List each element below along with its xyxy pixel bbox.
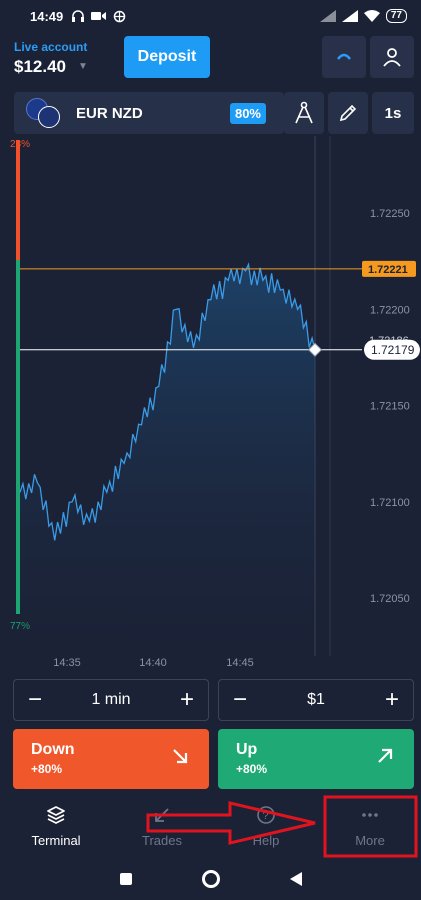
y-tick-label: 1.72100 bbox=[370, 497, 410, 509]
status-icons bbox=[71, 9, 126, 23]
up-payout: +80% bbox=[236, 762, 268, 776]
headset-icon bbox=[72, 10, 85, 22]
system-nav-bar bbox=[0, 858, 421, 900]
pinwheel-icon bbox=[114, 10, 126, 22]
recents-icon[interactable] bbox=[119, 873, 132, 885]
status-right: 77 bbox=[319, 9, 407, 23]
up-button[interactable]: Up +80% bbox=[218, 729, 414, 789]
back-icon[interactable] bbox=[289, 872, 302, 886]
nav-trades[interactable]: Trades bbox=[112, 797, 212, 857]
account-type-label[interactable]: Live account bbox=[14, 40, 87, 54]
indicators-button[interactable] bbox=[328, 92, 368, 134]
compass-icon bbox=[295, 101, 313, 124]
home-icon[interactable] bbox=[201, 870, 220, 888]
nav-trades-label: Trades bbox=[142, 833, 182, 848]
signal-icon bbox=[319, 10, 336, 22]
rewards-button[interactable] bbox=[322, 36, 366, 78]
current-price-value: 1.72179 bbox=[371, 343, 415, 357]
down-label: Down bbox=[31, 741, 75, 758]
payout-badge: 80% bbox=[229, 102, 266, 124]
price-chart[interactable]: 23% 77% 1.722501.722001.721501.721001.72… bbox=[0, 136, 421, 676]
y-tick-label: 1.72250 bbox=[370, 208, 410, 220]
battery-icon: 77 bbox=[385, 9, 407, 23]
timeframe-button[interactable]: 1s bbox=[372, 92, 414, 134]
help-icon: ? bbox=[254, 803, 278, 827]
y-tick-label: 1.72150 bbox=[370, 401, 410, 413]
status-bar: 14:49 77 bbox=[0, 0, 421, 32]
price-area bbox=[20, 264, 315, 656]
duration-minus-button[interactable]: − bbox=[28, 686, 42, 714]
up-sentiment-bar bbox=[16, 260, 20, 614]
down-button[interactable]: Down +80% bbox=[13, 729, 209, 789]
y-tick-label: 1.72200 bbox=[370, 304, 410, 316]
bottom-nav: Terminal Trades ? Help More bbox=[0, 797, 421, 857]
nz-flag-icon bbox=[38, 106, 60, 128]
x-tick-label: 14:35 bbox=[53, 657, 81, 669]
deposit-button[interactable]: Deposit bbox=[124, 36, 210, 78]
terminal-icon bbox=[44, 803, 68, 827]
trades-icon bbox=[150, 803, 174, 827]
down-payout: +80% bbox=[31, 762, 63, 776]
wifi-icon bbox=[363, 10, 380, 22]
nav-help[interactable]: ? Help bbox=[216, 797, 316, 857]
asset-name: EUR NZD bbox=[76, 104, 143, 122]
amount-value[interactable]: $1 bbox=[307, 691, 325, 709]
down-percentage: 23% bbox=[10, 139, 30, 150]
duration-plus-button[interactable]: + bbox=[180, 686, 194, 714]
arrow-up-right-icon bbox=[378, 748, 393, 763]
signal2-icon bbox=[341, 10, 358, 22]
caret-down-icon[interactable]: ▼ bbox=[78, 61, 88, 72]
nav-more-label: More bbox=[355, 833, 385, 848]
x-axis: 14:35 14:40 14:45 bbox=[53, 657, 254, 669]
tilde-icon bbox=[337, 53, 351, 60]
header: Live account $12.40 ▼ Deposit bbox=[0, 32, 421, 86]
nav-terminal[interactable]: Terminal bbox=[6, 797, 106, 857]
up-label: Up bbox=[236, 741, 258, 758]
user-icon bbox=[383, 48, 401, 67]
timeframe-label: 1s bbox=[384, 104, 402, 122]
nav-terminal-label: Terminal bbox=[31, 833, 81, 848]
account-balance[interactable]: $12.40 bbox=[14, 57, 66, 77]
amount-control: − $1 + bbox=[218, 679, 414, 721]
y-tick-label: 1.72050 bbox=[370, 593, 410, 605]
amount-plus-button[interactable]: + bbox=[385, 686, 399, 714]
duration-value[interactable]: 1 min bbox=[91, 691, 130, 709]
profile-button[interactable] bbox=[370, 36, 414, 78]
nav-more[interactable]: More bbox=[320, 797, 420, 857]
x-tick-label: 14:40 bbox=[139, 657, 167, 669]
more-icon bbox=[358, 803, 382, 827]
down-sentiment-bar bbox=[16, 140, 20, 260]
video-icon bbox=[91, 12, 107, 20]
currency-flags bbox=[26, 98, 62, 128]
arrow-down-right-icon bbox=[173, 749, 188, 764]
drawing-tools-button[interactable] bbox=[284, 92, 324, 134]
asset-selector[interactable]: EUR NZD 80% bbox=[14, 92, 284, 134]
status-time: 14:49 bbox=[30, 8, 64, 24]
x-tick-label: 14:45 bbox=[226, 657, 254, 669]
nav-help-label: Help bbox=[252, 833, 280, 848]
open-price-value: 1.72221 bbox=[368, 264, 408, 276]
duration-control: − 1 min + bbox=[13, 679, 209, 721]
pencil-icon bbox=[339, 104, 357, 122]
amount-minus-button[interactable]: − bbox=[233, 686, 247, 714]
svg-text:?: ? bbox=[263, 810, 269, 822]
